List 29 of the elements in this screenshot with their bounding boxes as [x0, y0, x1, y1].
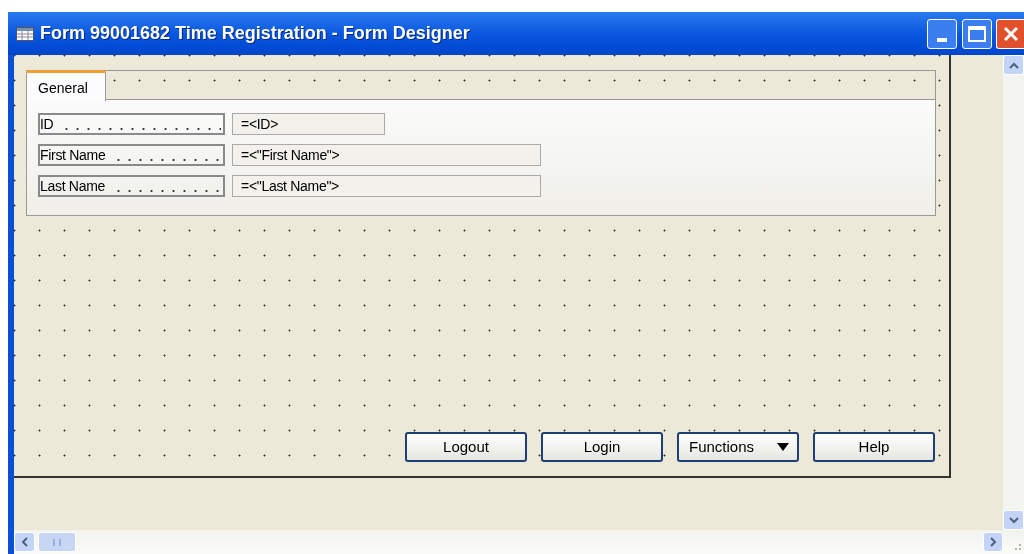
field-label: ID	[38, 113, 225, 135]
chevron-left-icon	[21, 537, 28, 547]
field-label: Last Name	[38, 175, 225, 197]
scroll-down-button[interactable]	[1003, 510, 1024, 530]
scroll-right-button[interactable]	[983, 532, 1003, 552]
maximize-button[interactable]	[962, 18, 992, 49]
close-icon	[1002, 25, 1019, 42]
table-icon	[16, 26, 34, 41]
caret-icon	[777, 443, 789, 451]
action-button[interactable]: Logout	[405, 432, 527, 462]
tab[interactable]: General	[26, 70, 106, 101]
action-button[interactable]: Login	[541, 432, 663, 462]
minimize-button[interactable]	[927, 18, 957, 49]
chevron-down-icon	[1008, 516, 1019, 524]
field-value[interactable]: =<"Last Name">	[232, 175, 541, 197]
vertical-scrollbar[interactable]	[1003, 55, 1024, 530]
scroll-thumb[interactable]	[38, 532, 76, 552]
chevron-up-icon	[1008, 61, 1019, 69]
close-button[interactable]	[996, 18, 1024, 49]
action-button[interactable]: Help	[813, 432, 935, 462]
field-value[interactable]: =<"First Name">	[232, 144, 541, 166]
horizontal-scrollbar[interactable]	[14, 530, 1024, 554]
field-label: First Name	[38, 144, 225, 166]
scroll-left-button[interactable]	[14, 532, 35, 552]
chevron-right-icon	[989, 537, 997, 547]
window-title: Form 99001682 Time Registration - Form Designer	[40, 22, 470, 45]
scroll-up-button[interactable]	[1003, 55, 1024, 75]
menu-button[interactable]: Functions	[677, 432, 799, 462]
field-value[interactable]: =<ID>	[232, 113, 385, 135]
